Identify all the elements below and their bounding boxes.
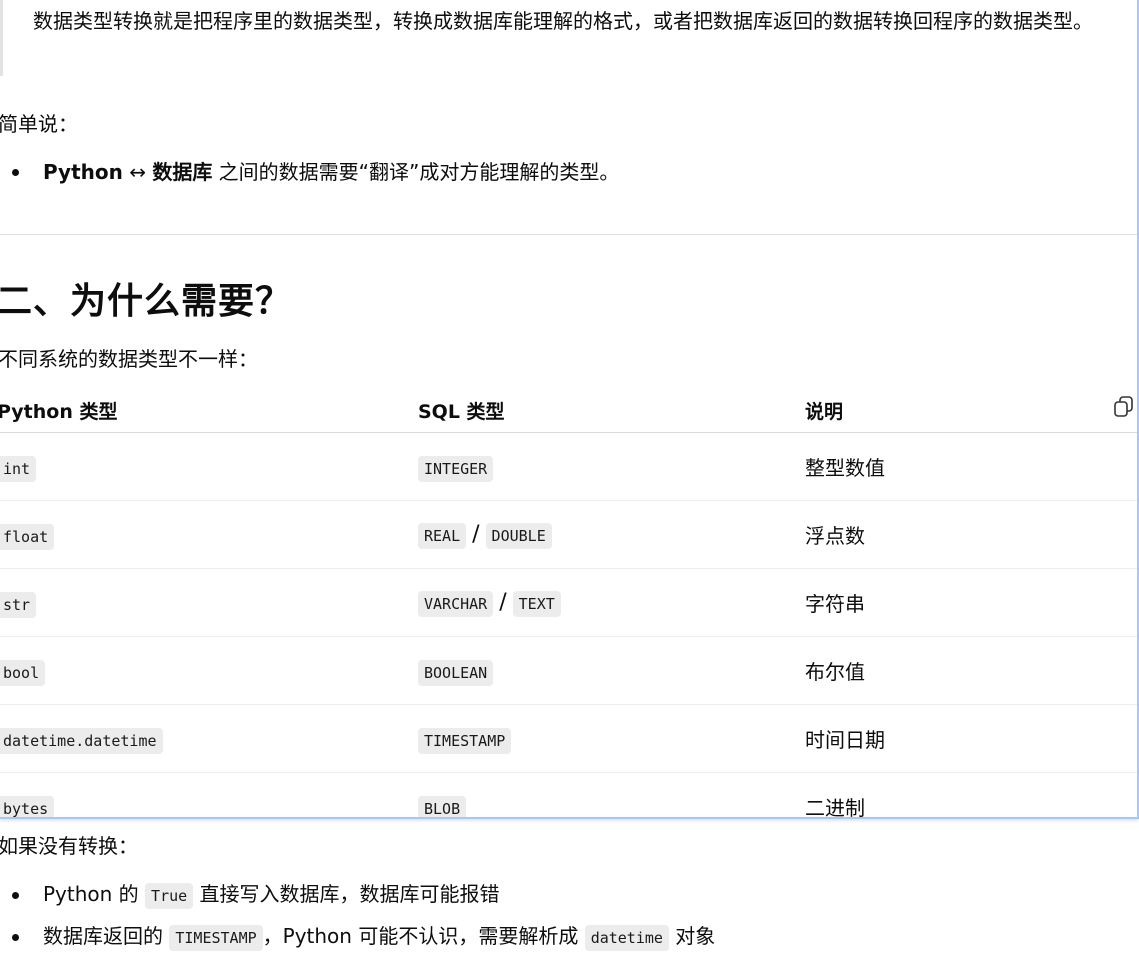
type-description: 整型数值 bbox=[805, 432, 1137, 501]
bold-python: Python bbox=[43, 160, 123, 184]
table-row: bytes BLOB 二进制 bbox=[0, 772, 1137, 817]
no-conversion-intro: 如果没有转换： bbox=[0, 834, 138, 858]
python-type-code: float bbox=[0, 523, 55, 550]
document-page: 数据类型转换就是把程序里的数据类型，转换成数据库能理解的格式，或者把数据库返回的… bbox=[0, 0, 1139, 962]
no-conversion-bullet-1: Python 的 True 直接写入数据库，数据库可能报错 bbox=[12, 880, 500, 910]
type-description: 浮点数 bbox=[805, 500, 1137, 569]
inline-code-datetime: datetime bbox=[584, 925, 669, 951]
content-scroll-region[interactable]: 数据类型转换就是把程序里的数据类型，转换成数据库能理解的格式，或者把数据库返回的… bbox=[0, 0, 1139, 819]
sql-separator: / bbox=[472, 522, 480, 547]
sql-type-code: DOUBLE bbox=[485, 523, 552, 549]
python-type-code: bytes bbox=[0, 795, 55, 817]
item1-suffix: 直接写入数据库，数据库可能报错 bbox=[193, 882, 500, 906]
arrow-text: ↔ bbox=[122, 160, 153, 184]
python-type-code: bool bbox=[0, 659, 46, 686]
sql-type-code: VARCHAR bbox=[418, 591, 494, 617]
header-sql-type: SQL 类型 bbox=[418, 388, 805, 433]
type-description: 二进制 bbox=[805, 772, 1137, 817]
item2-middle: ，Python 可能不认识，需要解析成 bbox=[262, 924, 585, 948]
table-row: bool BOOLEAN 布尔值 bbox=[0, 636, 1137, 705]
table-row: datetime.datetime TIMESTAMP 时间日期 bbox=[0, 704, 1137, 773]
sql-type-code: TEXT bbox=[512, 591, 561, 617]
sql-type-code: BLOB bbox=[418, 795, 467, 817]
python-type-code: str bbox=[0, 591, 37, 618]
type-description: 布尔值 bbox=[805, 636, 1137, 705]
type-description: 字符串 bbox=[805, 568, 1137, 637]
bullet-dot bbox=[12, 891, 19, 899]
no-conversion-bullet-2: 数据库返回的 TIMESTAMP ，Python 可能不认识，需要解析成 date… bbox=[12, 922, 715, 952]
sql-type-code: REAL bbox=[418, 523, 467, 549]
table-row: str VARCHAR / TEXT 字符串 bbox=[0, 568, 1137, 637]
inline-code-timestamp: TIMESTAMP bbox=[169, 925, 263, 951]
summary-bullet: Python ↔ 数据库 之间的数据需要“翻译”成对方能理解的类型。 bbox=[12, 158, 619, 186]
section-intro: 不同系统的数据类型不一样： bbox=[0, 347, 258, 371]
bullet-dot bbox=[12, 168, 19, 176]
python-type-code: int bbox=[0, 455, 37, 482]
item2-prefix: 数据库返回的 bbox=[43, 924, 170, 948]
sql-type-code: BOOLEAN bbox=[418, 659, 494, 686]
item1-prefix: Python 的 bbox=[43, 882, 146, 906]
sql-separator: / bbox=[499, 590, 507, 615]
header-python-type: Python 类型 bbox=[0, 388, 418, 433]
blockquote-text: 数据类型转换就是把程序里的数据类型，转换成数据库能理解的格式，或者把数据库返回的… bbox=[33, 9, 1093, 33]
inline-code-true: True bbox=[145, 883, 194, 909]
blockquote: 数据类型转换就是把程序里的数据类型，转换成数据库能理解的格式，或者把数据库返回的… bbox=[0, 0, 1123, 76]
table-header-row: Python 类型 SQL 类型 说明 bbox=[0, 388, 1137, 433]
table-row: float REAL / DOUBLE 浮点数 bbox=[0, 500, 1137, 569]
table-row: int INTEGER 整型数值 bbox=[0, 432, 1137, 501]
header-description: 说明 bbox=[805, 388, 1137, 433]
sql-type-code: INTEGER bbox=[418, 455, 494, 482]
section-divider bbox=[0, 234, 1137, 235]
section-heading: 二、为什么需要？ bbox=[0, 281, 293, 322]
type-description: 时间日期 bbox=[805, 704, 1137, 773]
python-type-code: datetime.datetime bbox=[0, 727, 163, 754]
bullet-rest-text: 之间的数据需要“翻译”成对方能理解的类型。 bbox=[212, 160, 620, 184]
item2-suffix: 对象 bbox=[668, 924, 716, 948]
bold-database: 数据库 bbox=[152, 160, 213, 184]
bullet-dot bbox=[12, 933, 19, 941]
summary-intro: 简单说： bbox=[0, 112, 78, 136]
sql-type-code: TIMESTAMP bbox=[418, 727, 512, 754]
type-mapping-table: Python 类型 SQL 类型 说明 int INTEGER 整型数值 flo… bbox=[0, 388, 1137, 817]
